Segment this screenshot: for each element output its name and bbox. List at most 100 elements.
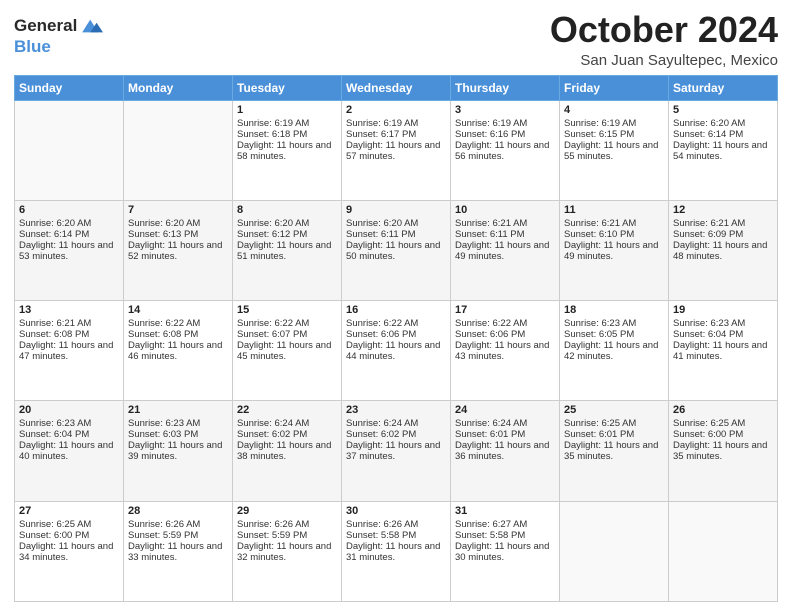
sunset-text: Sunset: 6:10 PM	[564, 229, 664, 240]
sunset-text: Sunset: 6:11 PM	[346, 229, 446, 240]
day-number: 11	[564, 204, 664, 216]
sunrise-text: Sunrise: 6:21 AM	[564, 218, 664, 229]
sunrise-text: Sunrise: 6:23 AM	[128, 418, 228, 429]
daylight-text: Daylight: 11 hours and 51 minutes.	[237, 240, 337, 262]
day-number: 23	[346, 404, 446, 416]
daylight-text: Daylight: 11 hours and 32 minutes.	[237, 541, 337, 563]
day-number: 13	[19, 304, 119, 316]
day-number: 10	[455, 204, 555, 216]
sunset-text: Sunset: 6:18 PM	[237, 129, 337, 140]
sunset-text: Sunset: 6:17 PM	[346, 129, 446, 140]
daylight-text: Daylight: 11 hours and 58 minutes.	[237, 140, 337, 162]
sunset-text: Sunset: 5:58 PM	[346, 530, 446, 541]
sunset-text: Sunset: 6:02 PM	[237, 429, 337, 440]
day-number: 30	[346, 505, 446, 517]
day-cell: 8Sunrise: 6:20 AMSunset: 6:12 PMDaylight…	[233, 200, 342, 300]
day-number: 12	[673, 204, 773, 216]
day-number: 17	[455, 304, 555, 316]
sunset-text: Sunset: 5:59 PM	[237, 530, 337, 541]
day-cell: 9Sunrise: 6:20 AMSunset: 6:11 PMDaylight…	[342, 200, 451, 300]
sunrise-text: Sunrise: 6:24 AM	[346, 418, 446, 429]
week-row-1: 1Sunrise: 6:19 AMSunset: 6:18 PMDaylight…	[15, 100, 778, 200]
sunrise-text: Sunrise: 6:19 AM	[346, 118, 446, 129]
day-cell: 20Sunrise: 6:23 AMSunset: 6:04 PMDayligh…	[15, 401, 124, 501]
sunset-text: Sunset: 6:00 PM	[19, 530, 119, 541]
day-cell: 11 Sunrise: 6:21 AMSunset: 6:10 PMDayligh…	[560, 200, 669, 300]
month-title: October 2024	[550, 10, 778, 50]
day-cell: 15Sunrise: 6:22 AMSunset: 6:07 PMDayligh…	[233, 301, 342, 401]
sunset-text: Sunset: 6:06 PM	[455, 329, 555, 340]
daylight-text: Daylight: 11 hours and 36 minutes.	[455, 440, 555, 462]
day-number: 6	[19, 204, 119, 216]
col-header-thursday: Thursday	[451, 75, 560, 100]
sunset-text: Sunset: 6:14 PM	[19, 229, 119, 240]
sunrise-text: Sunrise: 6:21 AM	[19, 318, 119, 329]
daylight-text: Daylight: 11 hours and 47 minutes.	[19, 340, 119, 362]
calendar-header-row: SundayMondayTuesdayWednesdayThursdayFrid…	[15, 75, 778, 100]
day-cell: 26Sunrise: 6:25 AMSunset: 6:00 PMDayligh…	[669, 401, 778, 501]
day-cell	[669, 501, 778, 601]
logo-text2: Blue	[14, 38, 103, 57]
day-cell: 19Sunrise: 6:23 AMSunset: 6:04 PMDayligh…	[669, 301, 778, 401]
sunrise-text: Sunrise: 6:23 AM	[673, 318, 773, 329]
day-cell	[124, 100, 233, 200]
daylight-text: Daylight: 11 hours and 49 minutes.	[564, 240, 664, 262]
sunrise-text: Sunrise: 6:27 AM	[455, 519, 555, 530]
sunrise-text: Sunrise: 6:20 AM	[128, 218, 228, 229]
day-number: 21	[128, 404, 228, 416]
sunset-text: Sunset: 6:16 PM	[455, 129, 555, 140]
daylight-text: Daylight: 11 hours and 38 minutes.	[237, 440, 337, 462]
day-cell: 14Sunrise: 6:22 AMSunset: 6:08 PMDayligh…	[124, 301, 233, 401]
sunrise-text: Sunrise: 6:26 AM	[128, 519, 228, 530]
sunset-text: Sunset: 6:07 PM	[237, 329, 337, 340]
sunset-text: Sunset: 6:13 PM	[128, 229, 228, 240]
sunset-text: Sunset: 6:08 PM	[19, 329, 119, 340]
daylight-text: Daylight: 11 hours and 41 minutes.	[673, 340, 773, 362]
sunset-text: Sunset: 6:08 PM	[128, 329, 228, 340]
logo: General Blue	[14, 14, 103, 57]
col-header-wednesday: Wednesday	[342, 75, 451, 100]
day-cell: 22Sunrise: 6:24 AMSunset: 6:02 PMDayligh…	[233, 401, 342, 501]
sunrise-text: Sunrise: 6:26 AM	[346, 519, 446, 530]
daylight-text: Daylight: 11 hours and 57 minutes.	[346, 140, 446, 162]
day-cell: 10Sunrise: 6:21 AMSunset: 6:11 PMDayligh…	[451, 200, 560, 300]
sunset-text: Sunset: 6:14 PM	[673, 129, 773, 140]
sunrise-text: Sunrise: 6:25 AM	[564, 418, 664, 429]
day-number: 5	[673, 104, 773, 116]
daylight-text: Daylight: 11 hours and 30 minutes.	[455, 541, 555, 563]
day-number: 20	[19, 404, 119, 416]
sunrise-text: Sunrise: 6:22 AM	[237, 318, 337, 329]
day-cell: 2Sunrise: 6:19 AMSunset: 6:17 PMDaylight…	[342, 100, 451, 200]
sunset-text: Sunset: 6:12 PM	[237, 229, 337, 240]
day-number: 27	[19, 505, 119, 517]
day-cell: 27Sunrise: 6:25 AMSunset: 6:00 PMDayligh…	[15, 501, 124, 601]
day-cell: 4Sunrise: 6:19 AMSunset: 6:15 PMDaylight…	[560, 100, 669, 200]
daylight-text: Daylight: 11 hours and 49 minutes.	[455, 240, 555, 262]
sunset-text: Sunset: 6:06 PM	[346, 329, 446, 340]
sunset-text: Sunset: 5:58 PM	[455, 530, 555, 541]
day-cell: 6Sunrise: 6:20 AMSunset: 6:14 PMDaylight…	[15, 200, 124, 300]
daylight-text: Daylight: 11 hours and 35 minutes.	[564, 440, 664, 462]
sunrise-text: Sunrise: 6:20 AM	[673, 118, 773, 129]
daylight-text: Daylight: 11 hours and 53 minutes.	[19, 240, 119, 262]
day-cell	[560, 501, 669, 601]
day-cell: 29Sunrise: 6:26 AMSunset: 5:59 PMDayligh…	[233, 501, 342, 601]
daylight-text: Daylight: 11 hours and 44 minutes.	[346, 340, 446, 362]
sunrise-text: Sunrise: 6:20 AM	[237, 218, 337, 229]
daylight-text: Daylight: 11 hours and 56 minutes.	[455, 140, 555, 162]
daylight-text: Daylight: 11 hours and 54 minutes.	[673, 140, 773, 162]
sunset-text: Sunset: 6:02 PM	[346, 429, 446, 440]
week-row-4: 20Sunrise: 6:23 AMSunset: 6:04 PMDayligh…	[15, 401, 778, 501]
sunrise-text: Sunrise: 6:23 AM	[19, 418, 119, 429]
day-cell: 24Sunrise: 6:24 AMSunset: 6:01 PMDayligh…	[451, 401, 560, 501]
daylight-text: Daylight: 11 hours and 43 minutes.	[455, 340, 555, 362]
sunset-text: Sunset: 6:11 PM	[455, 229, 555, 240]
day-cell: 13 Sunrise: 6:21 AMSunset: 6:08 PMDayligh…	[15, 301, 124, 401]
day-cell: 18Sunrise: 6:23 AMSunset: 6:05 PMDayligh…	[560, 301, 669, 401]
daylight-text: Daylight: 11 hours and 55 minutes.	[564, 140, 664, 162]
daylight-text: Daylight: 11 hours and 39 minutes.	[128, 440, 228, 462]
daylight-text: Daylight: 11 hours and 45 minutes.	[237, 340, 337, 362]
daylight-text: Daylight: 11 hours and 33 minutes.	[128, 541, 228, 563]
sunrise-text: Sunrise: 6:22 AM	[128, 318, 228, 329]
calendar: SundayMondayTuesdayWednesdayThursdayFrid…	[14, 75, 778, 602]
